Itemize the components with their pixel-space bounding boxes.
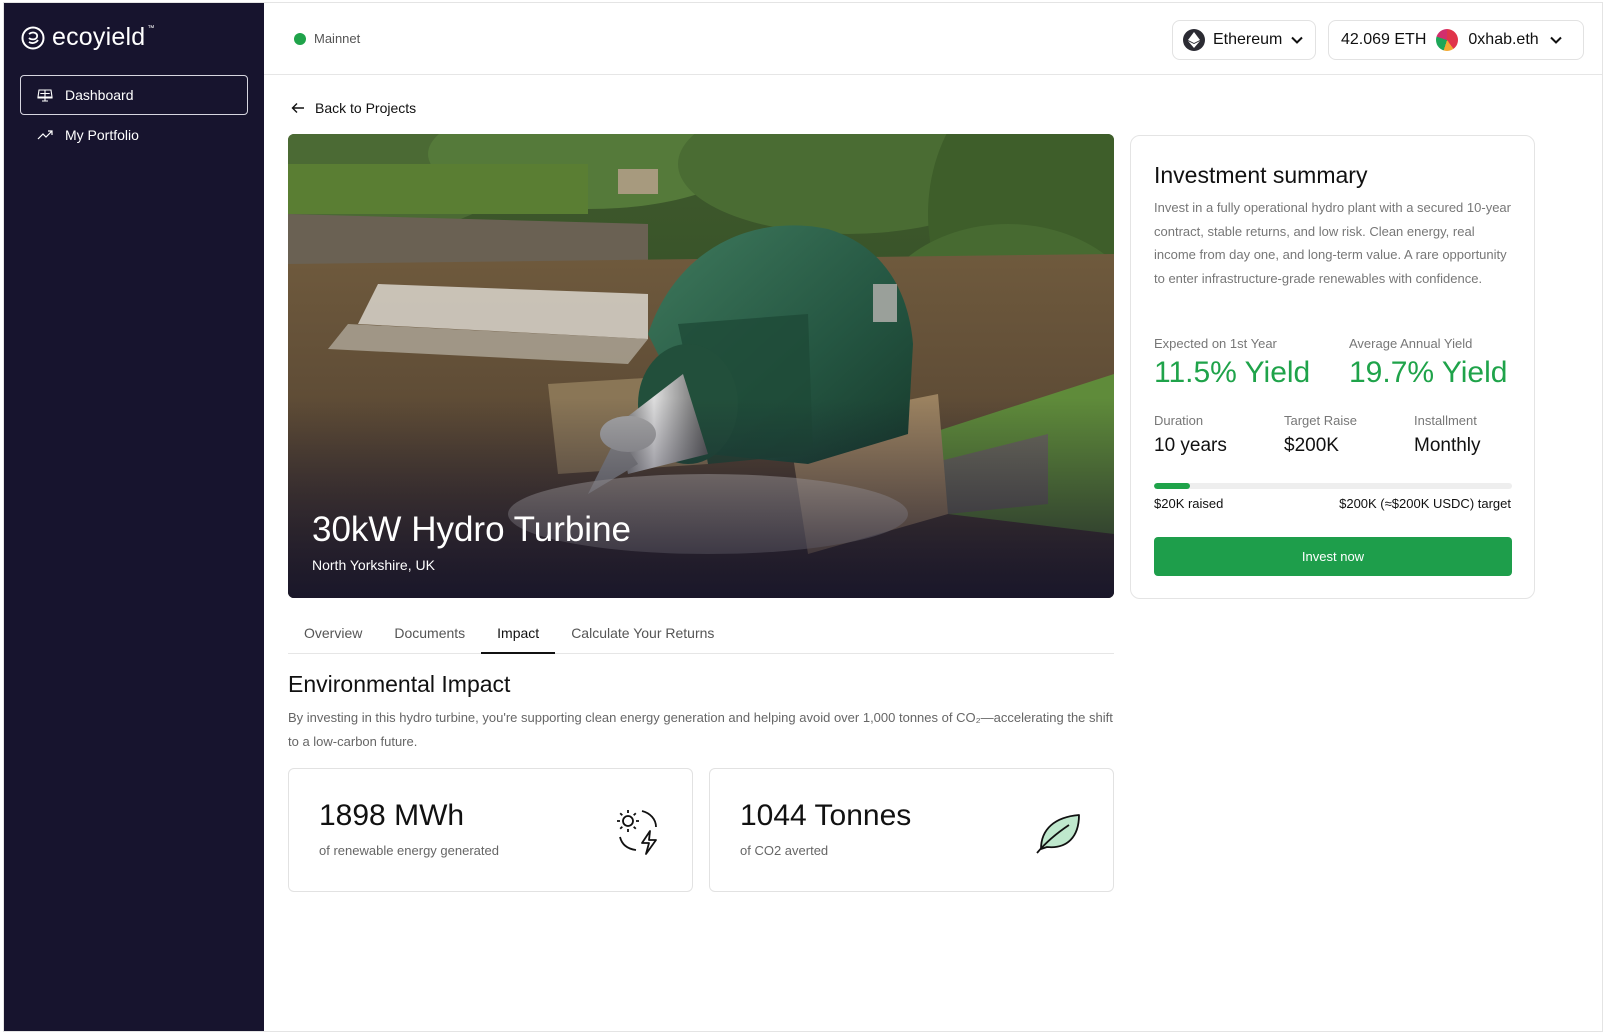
target-amount: $200K (≈$200K USDC) target [1339,496,1511,511]
network-status: Mainnet [294,31,360,46]
back-label: Back to Projects [315,100,417,116]
wallet-selector[interactable]: 42.069 ETH 0xhab.eth [1328,20,1584,60]
ecoyield-logo-icon [21,26,45,49]
account-name: 0xhab.eth [1468,31,1539,48]
sidebar-item-dashboard[interactable]: Dashboard [20,75,248,115]
chevron-down-icon [1291,36,1304,44]
summary-title: Investment summary [1154,162,1368,188]
brand-logo[interactable]: ecoyield ™ [20,23,158,52]
funding-progress-bar [1154,483,1512,489]
project-hero-image: 30kW Hydro Turbine North Yorkshire, UK [288,134,1114,598]
network-status-dot [294,32,306,45]
project-tabs: Overview Documents Impact Calculate Your… [288,613,1114,654]
tab-overview[interactable]: Overview [288,613,378,654]
sidebar-item-label: My Portfolio [65,127,139,143]
network-label: Mainnet [314,31,361,46]
chain-label: Ethereum [1213,31,1283,48]
impact-heading: Environmental Impact [288,671,511,697]
co2-stat-card: 1044 Tonnes of CO2 averted [709,768,1114,892]
tab-documents[interactable]: Documents [378,613,481,654]
sidebar-item-label: Dashboard [65,87,134,103]
arrow-left-icon [291,103,304,113]
impact-description: By investing in this hydro turbine, you'… [288,710,1113,749]
energy-label: of renewable energy generated [319,843,499,858]
project-location: North Yorkshire, UK [312,557,435,573]
avg-yield-label: Average Annual Yield [1349,336,1473,351]
tab-impact[interactable]: Impact [481,613,556,654]
funding-progress-fill [1154,483,1190,489]
co2-value: 1044 Tonnes [740,799,912,832]
ethereum-icon [1183,29,1205,51]
duration-value: 10 years [1154,435,1227,456]
energy-value: 1898 MWh [319,799,465,832]
back-to-projects-link[interactable]: Back to Projects [291,100,416,116]
app-frame: ecoyield ™ Dashboard My Portfolio Mainne… [3,2,1603,1032]
chain-selector[interactable]: Ethereum [1172,20,1316,60]
leaf-icon [1036,814,1080,854]
target-raise-label: Target Raise [1284,413,1357,428]
summary-description: Invest in a fully operational hydro plan… [1154,200,1511,286]
sidebar-nav: Dashboard My Portfolio [20,75,248,155]
wallet-balance: 42.069 ETH [1341,31,1427,48]
installment-value: Monthly [1414,435,1481,456]
sidebar-item-my-portfolio[interactable]: My Portfolio [20,115,248,155]
sun-bolt-icon [617,810,657,855]
invest-now-button[interactable]: Invest now [1154,537,1512,576]
investment-summary-card: Investment summary Invest in a fully ope… [1130,135,1535,599]
solar-panel-icon [37,89,53,102]
sidebar: ecoyield ™ Dashboard My Portfolio [4,3,264,1031]
topbar: Mainnet Ethereum 42.069 ETH 0xhab.eth [264,3,1602,75]
energy-stat-card: 1898 MWh of renewable energy generated [288,768,693,892]
duration-label: Duration [1154,413,1204,428]
installment-label: Installment [1414,413,1477,428]
first-year-yield: 11.5% Yield [1154,356,1311,389]
tab-calculate-returns[interactable]: Calculate Your Returns [555,613,730,654]
brand-tm: ™ [147,25,155,32]
chevron-down-icon [1549,36,1562,44]
co2-label: of CO2 averted [740,843,829,858]
brand-name: ecoyield [52,23,146,51]
avg-yield-value: 19.7% Yield [1349,356,1508,389]
project-title: 30kW Hydro Turbine [312,510,632,549]
avatar [1436,29,1459,51]
target-raise-value: $200K [1284,435,1339,456]
raised-amount: $20K raised [1154,496,1224,511]
trend-up-icon [37,130,53,140]
first-year-label: Expected on 1st Year [1154,336,1277,351]
